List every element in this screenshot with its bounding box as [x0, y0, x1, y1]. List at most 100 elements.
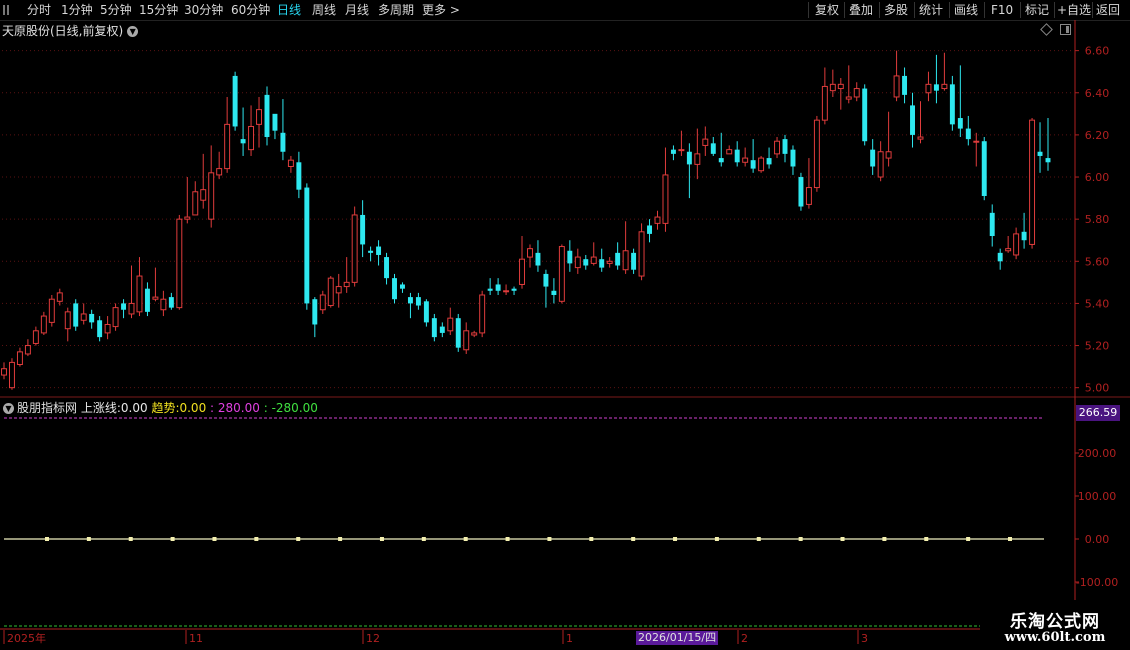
rising-line-marker: [547, 537, 552, 541]
candle-body: [423, 301, 429, 323]
candle-body: [184, 216, 191, 220]
candle-body: [121, 303, 127, 310]
candle-body: [670, 149, 676, 154]
candle-body: [638, 231, 645, 277]
indicator-title: ▼ 股朋指标网 上涨线:0.00 趋势:0.00 : 280.00 : -280.…: [3, 399, 318, 416]
candle-body: [599, 259, 605, 268]
candle-body: [615, 252, 621, 266]
candle-body: [479, 294, 486, 334]
rising-line-marker: [798, 537, 803, 541]
rising-line-marker: [882, 537, 887, 541]
candle-body: [981, 141, 987, 196]
indicator-name: 股朋指标网: [17, 401, 78, 415]
indicator-line3-number: 280.00: [217, 401, 260, 415]
candle-body: [583, 259, 589, 266]
candle-body: [933, 84, 939, 91]
rising-line-marker: [338, 537, 343, 541]
candle-body: [272, 113, 278, 131]
candle-body: [144, 288, 150, 312]
candle-body: [1005, 248, 1012, 252]
candle-body: [790, 149, 796, 167]
candle-body: [168, 297, 174, 308]
rising-line-marker: [128, 537, 133, 541]
candle-body: [694, 153, 701, 165]
indicator-line4-value: : -280.00: [263, 401, 318, 415]
candle-body: [431, 318, 437, 338]
x-tick-label: 3: [861, 632, 868, 645]
kline-chart[interactable]: 6.60 6.40 6.20 6.00 5.80 5.60 5.40 5.20 5.00 200…: [0, 0, 1130, 650]
candle-body: [862, 88, 868, 142]
candle-body: [877, 151, 884, 178]
candlestick-series: [1, 50, 1051, 390]
candle-body: [997, 252, 1003, 262]
candle-body: [558, 246, 565, 302]
candle-body: [136, 275, 143, 313]
candle-body: [392, 278, 397, 300]
candle-body: [989, 212, 995, 237]
rising-line-marker: [379, 537, 384, 541]
candle-body: [845, 96, 852, 100]
candle-body: [319, 294, 326, 311]
candle-body: [128, 302, 135, 315]
candle-body: [1045, 158, 1051, 163]
candle-body: [551, 290, 557, 295]
candle-body: [870, 149, 876, 167]
candle-body: [304, 187, 310, 304]
price-tick-label: 5.60: [1085, 255, 1110, 268]
rising-line-marker: [1008, 537, 1012, 541]
indicator-tick-label: -100.00: [1076, 576, 1118, 589]
candle-body: [519, 258, 525, 285]
candle-body: [805, 187, 812, 205]
chevron-down-icon[interactable]: ▼: [3, 403, 14, 414]
candle-body: [917, 136, 924, 140]
indicator-line1-value: 0.00: [120, 401, 148, 415]
candle-body: [415, 297, 421, 306]
candle-body: [471, 332, 478, 336]
indicator-tick-label: 200.00: [1078, 447, 1117, 460]
candle-body: [248, 125, 255, 151]
candle-body: [750, 160, 756, 169]
candle-body: [973, 140, 980, 143]
candle-body: [208, 172, 215, 220]
candle-body: [734, 149, 740, 163]
price-tick-label: 5.40: [1085, 297, 1110, 310]
candle-body: [89, 313, 95, 323]
candle-body: [24, 345, 31, 355]
candle-body: [384, 257, 390, 279]
candle-body: [360, 214, 366, 245]
candle-body: [264, 94, 270, 138]
candle-body: [32, 330, 39, 344]
candle-body: [829, 83, 836, 92]
candle-body: [351, 214, 358, 283]
watermark-logo: 乐淘公式网 www.60lt.com: [980, 600, 1130, 650]
candle-body: [758, 157, 765, 172]
candle-body: [407, 297, 413, 304]
price-tick-label: 5.20: [1085, 340, 1110, 353]
candle-body: [710, 143, 716, 154]
candle-body: [949, 84, 955, 125]
indicator-value-tag: 266.59: [1076, 405, 1120, 421]
indicator-line3-value: : 280.00: [210, 401, 260, 415]
candle-body: [742, 157, 749, 163]
candle-body: [200, 189, 207, 201]
candle-body: [957, 118, 963, 129]
candle-body: [662, 174, 669, 224]
candle-body: [766, 158, 772, 165]
candle-body: [112, 307, 119, 328]
date-cursor-label: 2026/01/15/四: [636, 631, 719, 645]
candle-body: [312, 299, 318, 325]
candle-body: [678, 149, 685, 152]
candle-body: [590, 256, 597, 264]
candle-body: [455, 318, 461, 348]
candle-body: [40, 315, 47, 334]
candle-body: [97, 320, 103, 338]
candle-body: [439, 326, 445, 333]
candle-body: [56, 292, 63, 302]
indicator-line2-value: 0.00: [179, 401, 207, 415]
candle-body: [160, 298, 167, 311]
watermark-url: www.60lt.com: [1004, 630, 1106, 645]
indicator-tick-label: 0.00: [1085, 533, 1110, 546]
candle-body: [1, 368, 7, 376]
indicator-tick-label: 100.00: [1078, 490, 1117, 503]
candle-body: [813, 119, 820, 189]
